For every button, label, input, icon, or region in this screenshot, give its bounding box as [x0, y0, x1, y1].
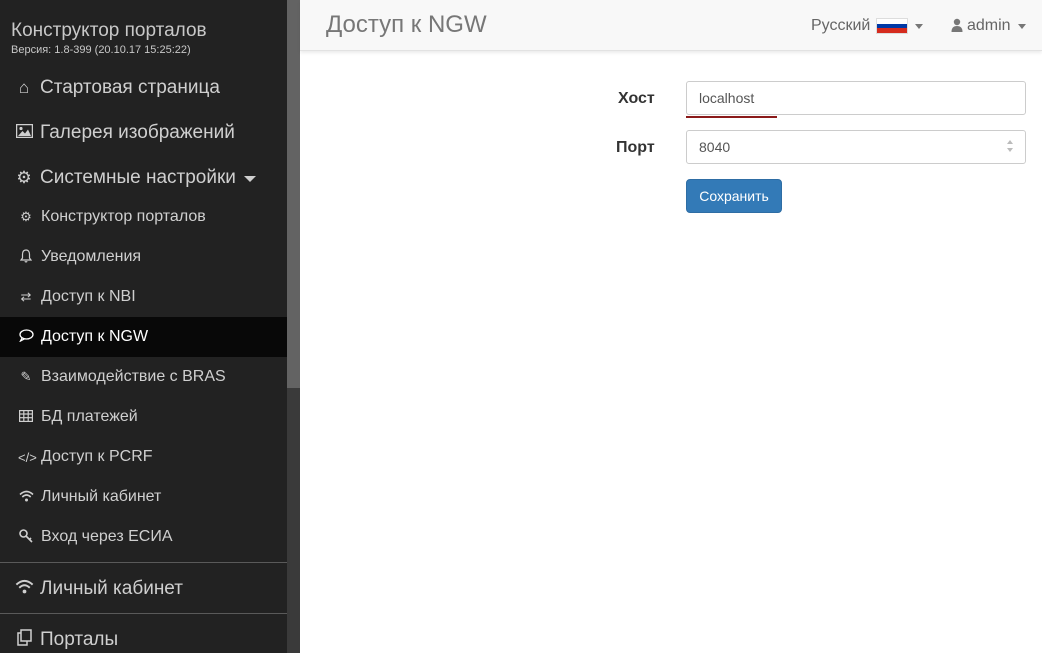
host-label: Хост [618, 90, 655, 107]
sidebar-scrollbar-thumb[interactable] [287, 0, 300, 388]
port-label: Порт [616, 139, 655, 156]
sidebar-item-notifications[interactable]: Уведомления [0, 237, 287, 277]
sidebar-item-pcrf-access[interactable]: </> Доступ к PCRF [0, 437, 287, 477]
sidebar-item-label: Вход через ЕСИА [41, 528, 173, 545]
gears-icon: ⚙ [16, 167, 32, 187]
host-value: localhost [699, 90, 755, 106]
language-dropdown[interactable]: Русский [811, 17, 924, 35]
sidebar-item-start-page[interactable]: ⌂ Стартовая страница [0, 65, 287, 110]
sidebar-item-system-settings[interactable]: ⚙ Системные настройки [0, 155, 287, 200]
comment-icon [18, 329, 34, 345]
save-button[interactable]: Сохранить [686, 179, 782, 213]
username-label: admin [967, 17, 1011, 34]
sidebar-item-payments-db[interactable]: БД платежей [0, 397, 287, 437]
brand-title[interactable]: Конструктор порталов [11, 20, 281, 42]
version-text: Версия: 1.8-399 (20.10.17 15:25:22) [11, 44, 191, 56]
code-icon: </> [18, 449, 37, 465]
sidebar-item-label: Личный кабинет [41, 488, 162, 505]
edit-icon: ✎ [20, 369, 32, 384]
sidebar-item-label: Уведомления [41, 248, 142, 265]
sidebar-item-portals[interactable]: Порталы [0, 617, 287, 653]
sidebar: Конструктор порталов Версия: 1.8-399 (20… [0, 0, 300, 653]
number-spinner-icon[interactable] [1007, 140, 1013, 152]
sidebar-item-bras-interaction[interactable]: ✎ Взаимодействие с BRAS [0, 357, 287, 397]
caret-down-icon [915, 23, 924, 29]
exchange-icon: ⇄ [20, 289, 32, 304]
caret-down-icon [243, 175, 256, 182]
user-icon [951, 18, 963, 35]
page-title: Доступ к NGW [326, 11, 487, 38]
picture-icon [13, 123, 35, 143]
sidebar-item-personal-account-settings[interactable]: Личный кабинет [0, 477, 287, 517]
sidebar-item-portal-constructor[interactable]: ⚙ Конструктор порталов [0, 197, 287, 237]
wifi-icon [13, 579, 35, 599]
top-navbar: Доступ к NGW Русский admin [300, 0, 1042, 51]
user-menu[interactable]: admin [951, 17, 1026, 35]
sidebar-divider [0, 613, 287, 614]
wifi-icon [18, 490, 34, 505]
sidebar-item-image-gallery[interactable]: Галерея изображений [0, 110, 287, 155]
gear-icon: ⚙ [20, 209, 32, 224]
sidebar-item-label: БД платежей [41, 408, 138, 425]
sidebar-item-label: Взаимодействие с BRAS [41, 368, 226, 385]
sidebar-divider [0, 562, 287, 563]
russian-flag-icon [876, 18, 909, 34]
sidebar-item-label: Доступ к NBI [41, 288, 136, 305]
sidebar-item-label: Системные настройки [40, 166, 236, 188]
sidebar-item-label: Доступ к PCRF [41, 448, 153, 465]
sidebar-item-label: Галерея изображений [40, 121, 235, 143]
host-input[interactable]: localhost [686, 81, 1026, 115]
caret-down-icon [1017, 23, 1026, 29]
sidebar-item-esia-login[interactable]: Вход через ЕСИА [0, 517, 287, 557]
sidebar-item-label: Доступ к NGW [41, 328, 149, 345]
sidebar-item-nbi-access[interactable]: ⇄ Доступ к NBI [0, 277, 287, 317]
bell-icon [18, 248, 34, 266]
port-value: 8040 [699, 139, 731, 155]
sidebar-item-label: Личный кабинет [40, 577, 183, 599]
brand: Конструктор порталов Версия: 1.8-399 (20… [11, 20, 281, 56]
sidebar-item-ngw-access[interactable]: Доступ к NGW [0, 317, 287, 357]
sidebar-item-label: Конструктор порталов [41, 208, 206, 225]
port-input[interactable]: 8040 [686, 130, 1026, 164]
home-icon: ⌂ [18, 77, 30, 97]
sidebar-item-personal-account[interactable]: Личный кабинет [0, 566, 287, 611]
language-label: Русский [811, 17, 871, 34]
sidebar-nav: Конструктор порталов Версия: 1.8-399 (20… [0, 0, 287, 653]
copy-icon [13, 628, 35, 651]
table-icon [18, 409, 34, 425]
sidebar-item-label: Стартовая страница [40, 76, 220, 98]
spellcheck-underline [686, 116, 777, 118]
key-icon [18, 528, 34, 546]
sidebar-item-label: Порталы [40, 628, 119, 650]
